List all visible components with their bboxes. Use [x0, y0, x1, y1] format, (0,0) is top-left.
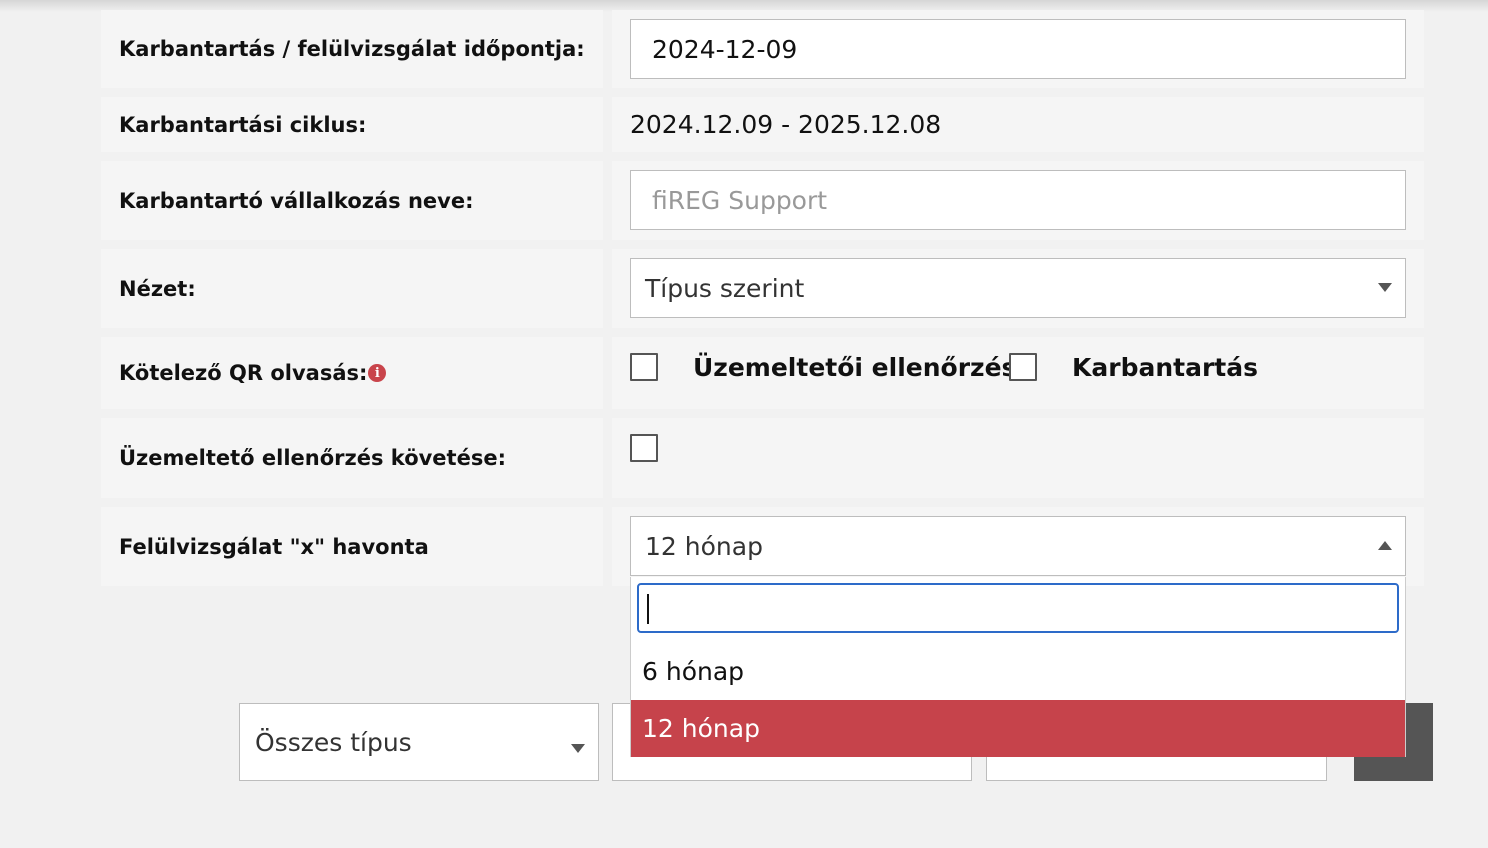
- cycle-label: Karbantartási ciklus:: [101, 97, 603, 152]
- form-row-date: Karbantartás / felülvizsgálat időpontja:…: [101, 10, 1424, 88]
- checkbox-operator-check[interactable]: [630, 353, 658, 381]
- view-select-value: Típus szerint: [645, 273, 805, 303]
- interval-select-value: 12 hónap: [645, 531, 763, 561]
- qr-label-cell: Kötelező QR olvasás: i: [101, 337, 603, 409]
- date-input[interactable]: 2024-12-09: [630, 19, 1406, 79]
- company-input[interactable]: fiREG Support: [630, 170, 1406, 230]
- checkbox-maintenance[interactable]: [1009, 353, 1037, 381]
- type-filter-select[interactable]: Összes típus: [239, 703, 599, 781]
- view-label: Nézet:: [101, 249, 603, 328]
- interval-value-cell: 12 hónap: [612, 507, 1424, 586]
- follow-value-cell: [612, 418, 1424, 498]
- date-value-cell: 2024-12-09: [612, 10, 1424, 88]
- view-value-cell: Típus szerint: [612, 249, 1424, 328]
- form-row-follow: Üzemeltető ellenőrzés követése:: [101, 418, 1424, 498]
- chevron-down-icon: [1378, 283, 1392, 292]
- date-label: Karbantartás / felülvizsgálat időpontja:: [101, 10, 603, 88]
- text-cursor: [647, 594, 649, 624]
- form-row-qr: Kötelező QR olvasás: i Üzemeltetői ellen…: [101, 337, 1424, 409]
- form-row-view: Nézet: Típus szerint: [101, 249, 1424, 328]
- form-row-interval: Felülvizsgálat "x" havonta 12 hónap: [101, 507, 1424, 586]
- form-row-company: Karbantartó vállalkozás neve: fiREG Supp…: [101, 161, 1424, 240]
- follow-label: Üzemeltető ellenőrzés követése:: [101, 418, 603, 498]
- type-filter-value: Összes típus: [255, 728, 412, 757]
- qr-label: Kötelező QR olvasás:: [119, 361, 368, 385]
- interval-label: Felülvizsgálat "x" havonta: [101, 507, 603, 586]
- qr-value-cell: Üzemeltetői ellenőrzés Karbantartás: [612, 337, 1424, 409]
- interval-dropdown: 6 hónap 12 hónap: [630, 577, 1406, 757]
- form-row-cycle: Karbantartási ciklus: 2024.12.09 - 2025.…: [101, 97, 1424, 152]
- info-icon[interactable]: i: [368, 364, 387, 382]
- cycle-value: 2024.12.09 - 2025.12.08: [630, 110, 942, 139]
- checkbox-maintenance-label: Karbantartás: [1072, 353, 1258, 382]
- cycle-value-cell: 2024.12.09 - 2025.12.08: [612, 97, 1424, 152]
- dropdown-search-input[interactable]: [637, 583, 1399, 633]
- checkbox-operator-check-label: Üzemeltetői ellenőrzés: [693, 353, 1017, 382]
- chevron-down-icon: [571, 744, 585, 753]
- company-value-cell: fiREG Support: [612, 161, 1424, 240]
- interval-select[interactable]: 12 hónap: [630, 516, 1406, 576]
- dropdown-option-6[interactable]: 6 hónap: [631, 643, 1405, 700]
- view-select[interactable]: Típus szerint: [630, 258, 1406, 318]
- company-label: Karbantartó vállalkozás neve:: [101, 161, 603, 240]
- dropdown-option-12[interactable]: 12 hónap: [631, 700, 1405, 757]
- chevron-up-icon: [1378, 541, 1392, 550]
- checkbox-follow[interactable]: [630, 434, 658, 462]
